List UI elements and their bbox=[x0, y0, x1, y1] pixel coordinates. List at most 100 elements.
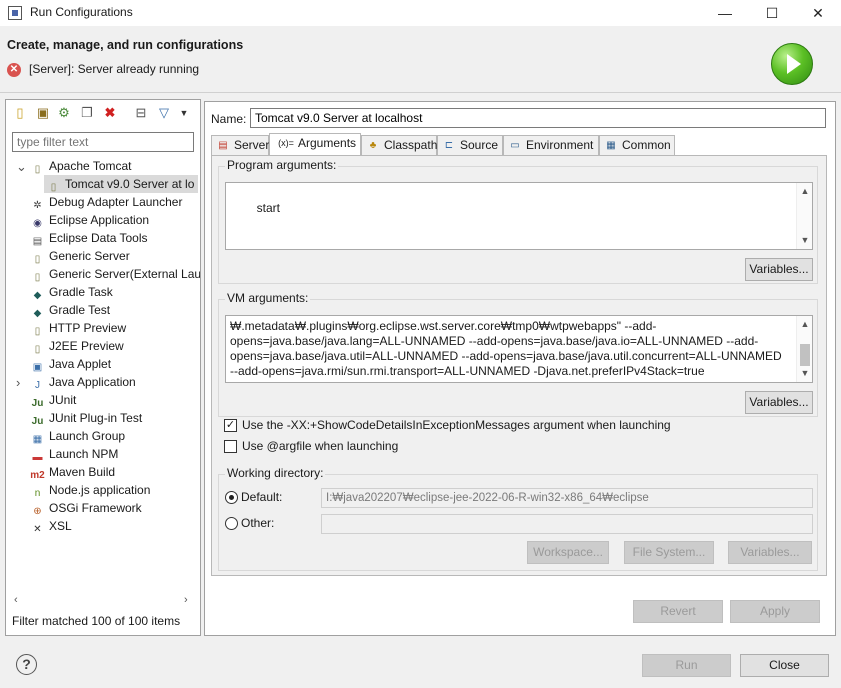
scroll-down-icon[interactable]: ▼ bbox=[797, 233, 812, 248]
tree-item[interactable]: Ju JUnit bbox=[30, 391, 77, 409]
tree-item[interactable]: ▯ Apache Tomcat bbox=[30, 157, 132, 175]
error-icon: ✕ bbox=[7, 63, 21, 77]
collapse-all-icon[interactable]: ⊟ bbox=[133, 105, 149, 121]
environment-icon: ▭ bbox=[510, 140, 520, 151]
show-code-details-checkbox[interactable]: ✓ bbox=[224, 419, 237, 432]
tree-item[interactable]: ▦ Launch Group bbox=[30, 427, 125, 445]
xsl-icon: ✕ bbox=[33, 524, 42, 535]
vm-arguments-field[interactable]: ₩.metadata₩.plugins₩org.eclipse.wst.serv… bbox=[225, 315, 813, 383]
window-title: Run Configurations bbox=[30, 5, 133, 19]
collapse-arrow-icon[interactable]: › bbox=[16, 375, 20, 390]
tree-item[interactable]: ▯ Tomcat v9.0 Server at lo bbox=[44, 175, 198, 193]
source-icon: ⊏ bbox=[444, 140, 454, 151]
default-directory-label: Default: bbox=[241, 490, 283, 504]
program-arguments-field[interactable]: start ▲ ▼ bbox=[225, 182, 813, 250]
header-divider bbox=[0, 92, 841, 93]
tree-horizontal-scrollbar[interactable]: ‹ › bbox=[6, 594, 200, 610]
tree-item[interactable]: ◆ Gradle Task bbox=[30, 283, 113, 301]
name-input[interactable] bbox=[250, 108, 826, 128]
vm-arguments-label: VM arguments: bbox=[225, 291, 311, 305]
tab-arguments[interactable]: (x)= Arguments bbox=[269, 133, 361, 155]
tab-source[interactable]: ⊏ Source bbox=[437, 135, 503, 155]
working-directory-label: Working directory: bbox=[225, 466, 326, 480]
tree-item[interactable]: ▯ J2EE Preview bbox=[30, 337, 124, 355]
configuration-editor: Name: ▤Server (x)=Arguments ♣Classpath ⊏… bbox=[204, 101, 836, 636]
filter-status: Filter matched 100 of 100 items bbox=[12, 614, 181, 628]
run-banner-icon bbox=[771, 43, 813, 85]
export-icon[interactable]: ⚙ bbox=[56, 105, 72, 121]
tree-item[interactable]: ▤ Eclipse Data Tools bbox=[30, 229, 148, 247]
program-variables-button[interactable]: Variables... bbox=[745, 258, 813, 281]
new-configuration-icon[interactable]: ▯ bbox=[12, 105, 28, 121]
tab-environment[interactable]: ▭ Environment bbox=[503, 135, 599, 155]
filter-icon[interactable]: ▽ bbox=[156, 105, 172, 121]
tree-item[interactable]: J Java Application bbox=[30, 373, 136, 391]
close-window-button[interactable]: ✕ bbox=[795, 0, 841, 26]
tab-classpath[interactable]: ♣ Classpath bbox=[361, 135, 437, 155]
file-system-button[interactable]: File System... bbox=[624, 541, 714, 564]
classpath-icon: ♣ bbox=[369, 140, 377, 151]
name-label: Name: bbox=[211, 112, 247, 126]
use-argfile-label: Use @argfile when launching bbox=[242, 439, 399, 453]
scroll-up-icon[interactable]: ▲ bbox=[797, 184, 812, 199]
filter-input[interactable] bbox=[12, 132, 194, 152]
close-button[interactable]: Close bbox=[740, 654, 829, 677]
vm-arguments-scrollbar[interactable]: ▲ ▼ bbox=[796, 316, 812, 382]
tree-item[interactable]: ▯ HTTP Preview bbox=[30, 319, 126, 337]
working-directory-group: Working directory: Default: I:₩java20220… bbox=[218, 466, 818, 571]
default-directory-radio[interactable] bbox=[225, 491, 238, 504]
other-directory-radio[interactable] bbox=[225, 517, 238, 530]
other-directory-field[interactable] bbox=[321, 514, 813, 534]
apply-button[interactable]: Apply bbox=[730, 600, 820, 623]
delete-icon[interactable]: ✖ bbox=[102, 105, 118, 121]
revert-button[interactable]: Revert bbox=[633, 600, 723, 623]
run-button[interactable]: Run bbox=[642, 654, 731, 677]
scroll-down-icon[interactable]: ▼ bbox=[797, 366, 812, 381]
error-message: [Server]: Server already running bbox=[29, 62, 200, 76]
tree-item[interactable]: ◉ Eclipse Application bbox=[30, 211, 149, 229]
view-menu-icon[interactable]: ▼ bbox=[176, 105, 192, 121]
scroll-thumb[interactable] bbox=[800, 344, 810, 366]
app-icon bbox=[8, 6, 22, 20]
arguments-tab-content: Program arguments: start ▲ ▼ Variables..… bbox=[211, 155, 827, 576]
tree-item[interactable]: n Node.js application bbox=[30, 481, 151, 499]
tab-server[interactable]: ▤ Server bbox=[211, 135, 269, 155]
tree-item[interactable]: ▬ Launch NPM bbox=[30, 445, 119, 463]
dialog-title: Create, manage, and run configurations bbox=[7, 38, 244, 52]
tab-common[interactable]: ▦ Common bbox=[599, 135, 675, 155]
other-directory-label: Other: bbox=[241, 516, 275, 530]
scroll-right-icon[interactable]: › bbox=[184, 594, 188, 606]
default-directory-field: I:₩java202207₩eclipse-jee-2022-06-R-win3… bbox=[321, 488, 813, 508]
minimize-button[interactable]: — bbox=[702, 0, 748, 26]
show-code-details-label: Use the -XX:+ShowCodeDetailsInExceptionM… bbox=[242, 418, 671, 432]
scroll-up-icon[interactable]: ▲ bbox=[797, 317, 812, 332]
tree-item[interactable]: ✲ Debug Adapter Launcher bbox=[30, 193, 182, 211]
tree-item[interactable]: Ju JUnit Plug-in Test bbox=[30, 409, 143, 427]
program-arguments-group: Program arguments: start ▲ ▼ Variables..… bbox=[218, 158, 818, 284]
tree-item[interactable]: ⊕ OSGi Framework bbox=[30, 499, 141, 517]
tree-item[interactable]: ▯ Generic Server bbox=[30, 247, 130, 265]
new-prototype-icon[interactable]: ▣ bbox=[35, 105, 51, 121]
working-dir-variables-button[interactable]: Variables... bbox=[728, 541, 812, 564]
help-icon[interactable]: ? bbox=[16, 654, 37, 675]
tree-item[interactable]: ◆ Gradle Test bbox=[30, 301, 111, 319]
expand-arrow-icon[interactable]: ⌄ bbox=[16, 159, 27, 175]
program-arguments-scrollbar[interactable]: ▲ ▼ bbox=[796, 183, 812, 249]
program-arguments-label: Program arguments: bbox=[225, 158, 339, 172]
configuration-list-panel: ▯ ▣ ⚙ ❐ ✖ ⊟ ▽ ▼ ▯Apache Tomcat⌄ ▯Tomcat v… bbox=[5, 99, 201, 636]
duplicate-icon[interactable]: ❐ bbox=[79, 105, 95, 121]
tree-item[interactable]: ✕ XSL bbox=[30, 517, 71, 535]
maximize-button[interactable]: ☐ bbox=[749, 0, 795, 26]
workspace-button[interactable]: Workspace... bbox=[527, 541, 609, 564]
server-icon: ▯ bbox=[34, 164, 41, 175]
tree-item[interactable]: m2 Maven Build bbox=[30, 463, 115, 481]
use-argfile-checkbox[interactable] bbox=[224, 440, 237, 453]
configuration-tree: ▯ Apache Tomcat ⌄ ▯ Tomcat v9.0 Server at lo… bbox=[6, 157, 200, 592]
server-tab-icon: ▤ bbox=[218, 140, 228, 151]
tree-item[interactable]: ▣ Java Applet bbox=[30, 355, 111, 373]
vm-variables-button[interactable]: Variables... bbox=[745, 391, 813, 414]
scroll-left-icon[interactable]: ‹ bbox=[14, 594, 18, 606]
dialog-header: Create, manage, and run configurations ✕… bbox=[0, 26, 841, 92]
title-bar: Run Configurations — ☐ ✕ bbox=[0, 0, 841, 26]
tree-item[interactable]: ▯ Generic Server(External Lau bbox=[30, 265, 200, 283]
